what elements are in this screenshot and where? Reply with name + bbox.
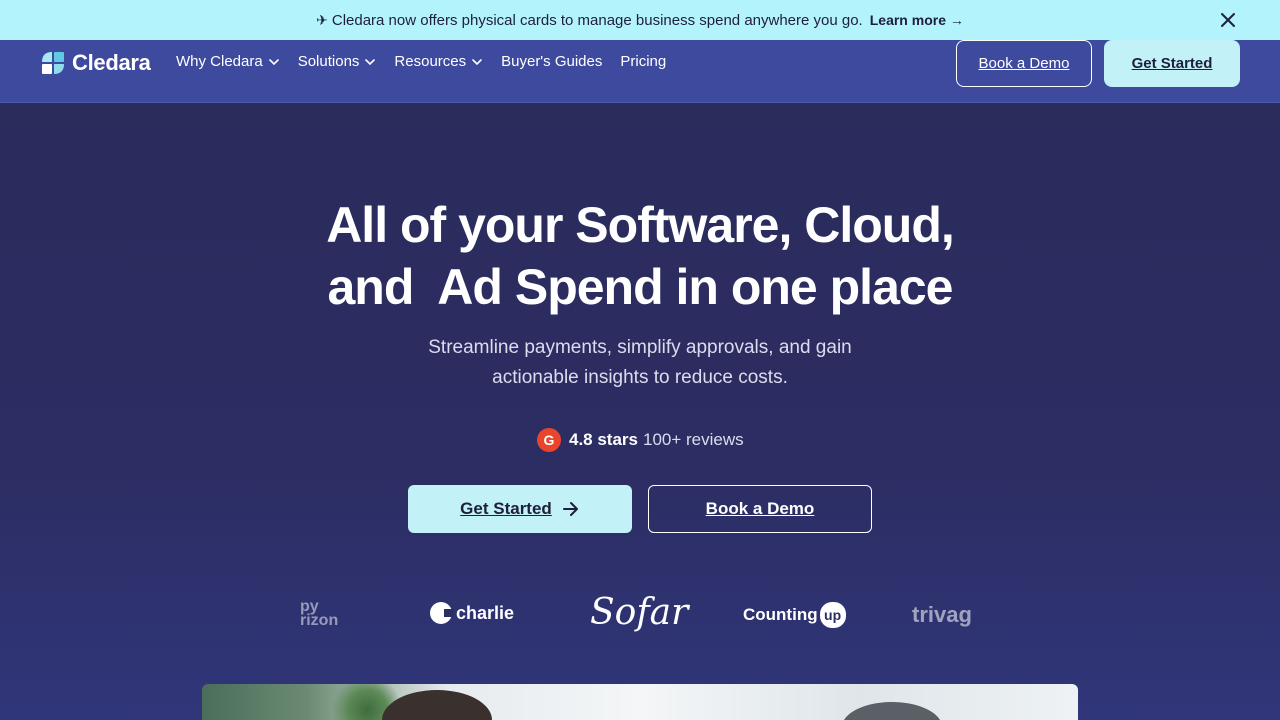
customer-logo-partial: py rizon: [300, 599, 339, 629]
chevron-down-icon: [472, 58, 482, 65]
airplane-icon: ✈: [316, 11, 328, 28]
customer-logo-charlie: charlie: [430, 602, 514, 624]
cledara-logo-icon: [40, 50, 66, 76]
nav-menu: Why Cledara Solutions Resources Buyer's …: [176, 53, 684, 70]
customer-logos: py rizon charlie Sofar Counting up triva…: [300, 588, 980, 644]
announcement-text: Cledara now offers physical cards to man…: [331, 11, 863, 29]
headline-line-1: All of your Software, Cloud,: [326, 197, 955, 253]
nav-item-buyers-guides[interactable]: Buyer's Guides: [501, 53, 602, 70]
logo-text: rizon: [300, 612, 339, 629]
rating-reviews: 100+ reviews: [643, 430, 744, 449]
nav-item-label: Buyer's Guides: [501, 53, 603, 70]
photo-object: [842, 702, 942, 720]
hero-book-demo-button[interactable]: Book a Demo: [648, 485, 872, 533]
charlie-logo-icon: [430, 602, 454, 624]
hero-subtitle: Streamline payments, simplify approvals,…: [0, 333, 1280, 393]
subtitle-line-2: actionable insights to reduce costs.: [492, 367, 788, 388]
logo-badge: up: [819, 602, 846, 628]
customer-logo-trivago: trivag: [912, 602, 972, 627]
hero-get-started-button[interactable]: Get Started: [408, 485, 632, 533]
get-started-label: Get Started: [460, 499, 552, 518]
learn-more-link[interactable]: Learn more →: [870, 12, 964, 28]
brand-logo[interactable]: Cledara: [40, 50, 151, 76]
g2-logo-icon: G: [537, 428, 561, 452]
subtitle-line-1: Streamline payments, simplify approvals,…: [428, 337, 852, 358]
hero-headline: All of your Software, Cloud, and Ad Spen…: [0, 194, 1280, 318]
nav-item-label: Solutions: [297, 53, 360, 70]
headline-line-2: and Ad Spend in one place: [327, 259, 953, 315]
g2-rating[interactable]: G 4.8 stars 100+ reviews: [537, 428, 744, 452]
customer-logo-countingup: Counting up: [743, 602, 846, 628]
hero-section: All of your Software, Cloud, and Ad Spen…: [0, 104, 1280, 720]
arrow-right-icon: [562, 502, 578, 516]
nav-item-label: Resources: [394, 53, 467, 70]
rating-stars: 4.8 stars: [569, 430, 638, 449]
chevron-down-icon: [268, 58, 279, 65]
logo-text: Counting: [743, 605, 818, 624]
nav-item-label: Why Cledara: [176, 53, 263, 70]
nav-item-label: Pricing: [620, 53, 667, 70]
close-icon[interactable]: [1218, 10, 1238, 30]
nav-item-resources[interactable]: Resources: [394, 53, 483, 70]
nav-item-solutions[interactable]: Solutions: [298, 53, 377, 70]
logo-text: charlie: [456, 602, 515, 623]
chevron-down-icon: [365, 58, 376, 65]
announcement-bar: ✈ Cledara now offers physical cards to m…: [0, 0, 1280, 40]
main-nav: Cledara Why Cledara Solutions Resources …: [0, 40, 1280, 103]
nav-item-why-cledara[interactable]: Why Cledara: [176, 53, 280, 70]
nav-get-started-button[interactable]: Get Started: [1104, 40, 1240, 87]
hero-product-image: [202, 684, 1078, 720]
brand-name: Cledara: [72, 50, 151, 75]
customer-logo-sofar: Sofar: [590, 592, 689, 633]
nav-book-demo-button[interactable]: Book a Demo: [956, 40, 1092, 87]
nav-item-pricing[interactable]: Pricing: [620, 53, 666, 70]
